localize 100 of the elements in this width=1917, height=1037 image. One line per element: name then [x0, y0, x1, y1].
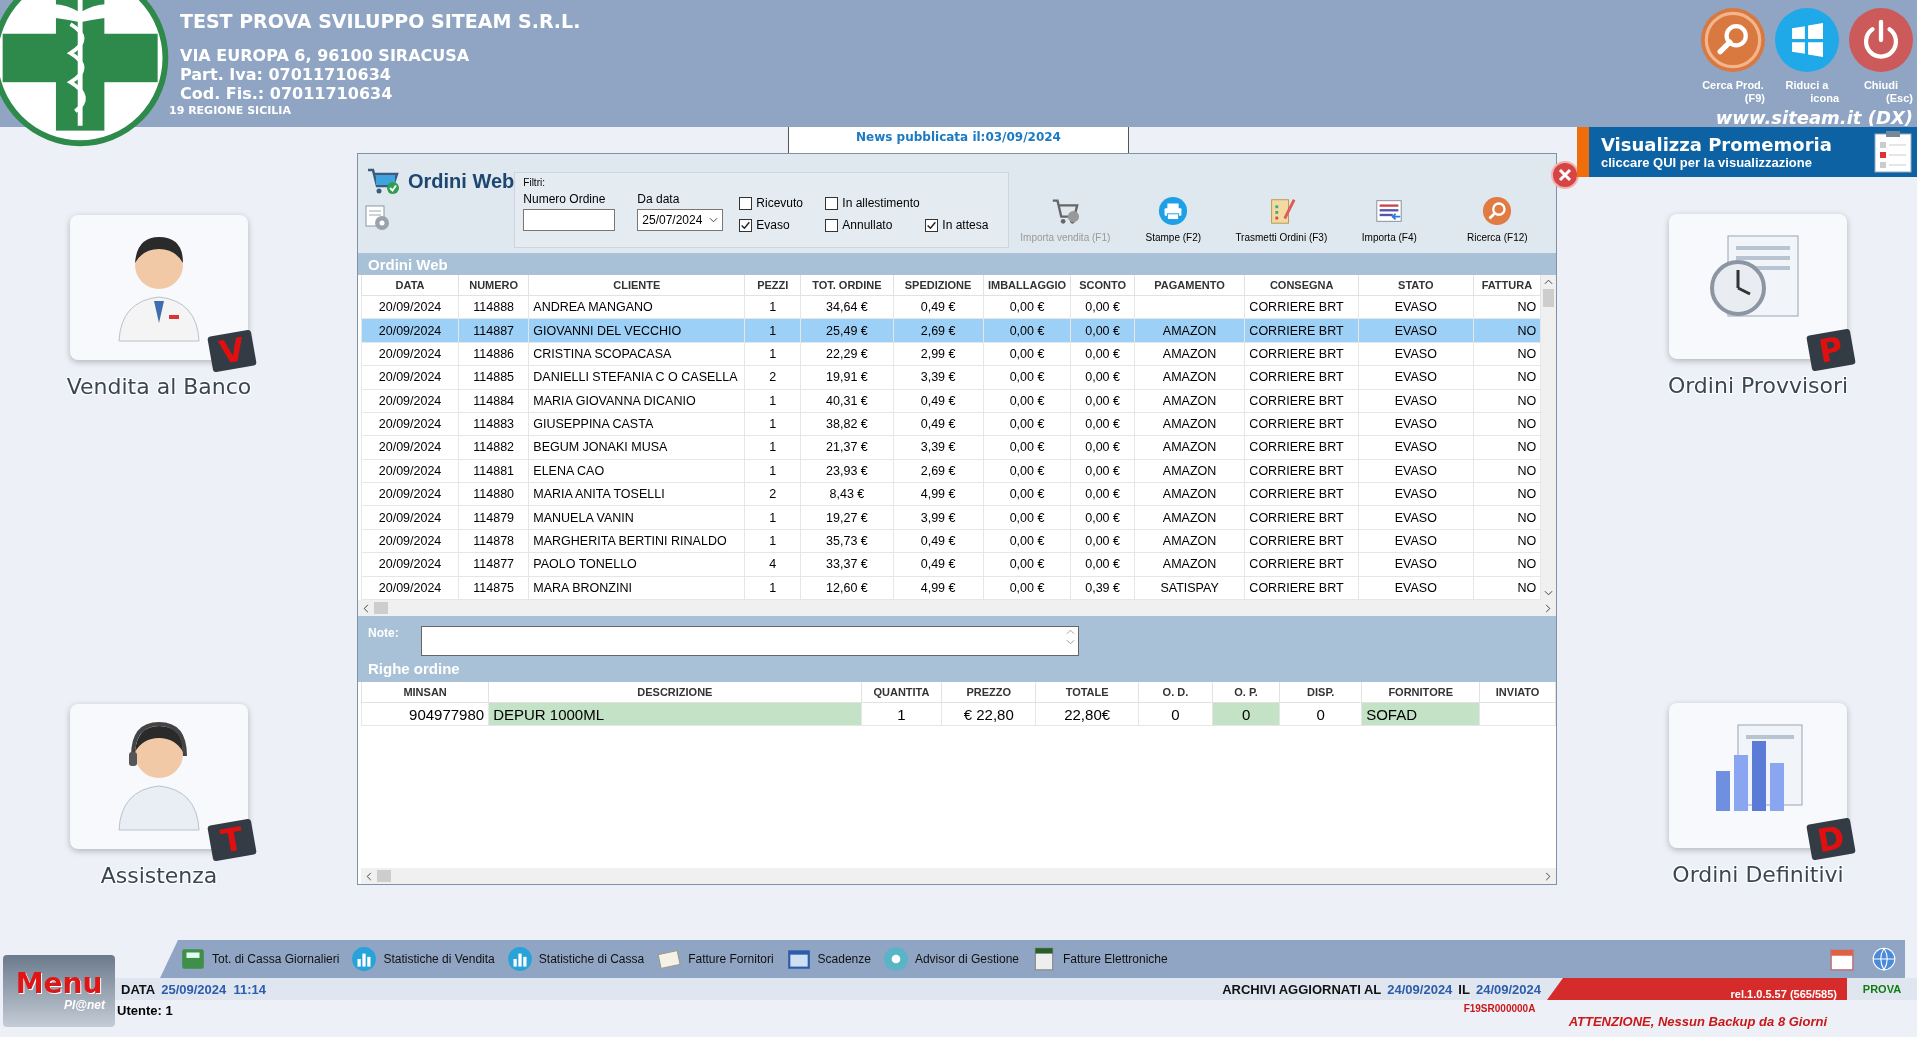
column-header[interactable]: INVIATO — [1479, 682, 1556, 703]
table-cell: NO — [1473, 342, 1541, 366]
order-row[interactable]: 20/09/2024 114884 MARIA GIOVANNA DICANIO 1 40,31 € 0,49 € 0,00 € 0,00 € AMAZON CORRIERE BRT EVASO NO — [361, 389, 1541, 413]
order-row[interactable]: 20/09/2024 114882 BEGUM JONAKI MUSA 1 21,37 € 3,39 € 0,00 € 0,00 € AMAZON CORRIERE BRT EVASO NO — [361, 435, 1541, 460]
scroll-left-icon[interactable] — [366, 871, 372, 881]
bar-chart-icon — [506, 946, 533, 972]
table-cell: EVASO — [1358, 459, 1474, 483]
import-tool-button[interactable]: Importa (F4) — [1335, 196, 1444, 243]
column-header[interactable]: SCONTO — [1070, 275, 1135, 296]
order-row[interactable]: 20/09/2024 114886 CRISTINA SCOPACASA 1 22,29 € 2,99 € 0,00 € 0,00 € AMAZON CORRIERE BRT EVASO NO — [361, 342, 1541, 366]
horizontal-scrollbar[interactable] — [361, 868, 1556, 884]
scroll-right-icon[interactable] — [1545, 871, 1551, 881]
toolbar-button[interactable]: Fatture Elettroniche — [1031, 946, 1168, 972]
table-cell: 0,00 € — [1070, 342, 1135, 366]
scroll-right-icon[interactable] — [1545, 603, 1551, 613]
filter-checkbox[interactable]: In attesa — [925, 214, 1006, 236]
toolbar-button[interactable]: Tot. di Cassa Giornalieri — [180, 946, 340, 972]
table-cell: 1 — [744, 459, 801, 483]
table-cell: 4,99 € — [893, 576, 984, 600]
table-cell: 20/09/2024 — [361, 342, 459, 366]
column-header[interactable]: DISP. — [1279, 682, 1362, 703]
column-header[interactable]: STATO — [1358, 275, 1474, 296]
scroll-left-icon[interactable] — [363, 603, 369, 613]
order-row[interactable]: 20/09/2024 114880 MARIA ANITA TOSELLI 2 8,43 € 4,99 € 0,00 € 0,00 € AMAZON CORRIERE BRT EVASO NO — [361, 482, 1541, 506]
settings-icon[interactable] — [364, 204, 392, 232]
vat-number: Part. Iva: 07011710634 — [180, 65, 392, 84]
order-row[interactable]: 20/09/2024 114878 MARGHERITA BERTINI RINALDO 1 35,73 € 0,49 € 0,00 € 0,00 € AMAZON CORRIERE BRT EVASO NO — [361, 529, 1541, 553]
print-tool-button[interactable]: Stampe (F2) — [1119, 196, 1228, 243]
column-header[interactable]: CLIENTE — [528, 275, 745, 296]
user-label: Utente: 1 — [116, 1003, 173, 1020]
toolbar-button[interactable]: Statistiche di Cassa — [506, 946, 645, 972]
column-header[interactable]: CONSEGNA — [1244, 275, 1359, 296]
tile-label: Assistenza — [100, 863, 218, 888]
column-header[interactable]: TOT. ORDINE — [800, 275, 893, 296]
reminder-banner[interactable]: Visualizza Promemoria cliccare QUI per la visualizzazione — [1577, 127, 1917, 177]
scroll-up-icon[interactable] — [1544, 279, 1554, 285]
order-row[interactable]: 20/09/2024 114883 GIUSEPPINA CASTA 1 38,82 € 0,49 € 0,00 € 0,00 € AMAZON CORRIERE BRT EVASO NO — [361, 412, 1541, 436]
filter-checkbox[interactable]: Annullato — [825, 214, 926, 236]
filter-checkbox[interactable]: In allestimento — [825, 192, 926, 214]
order-row[interactable]: 20/09/2024 114888 ANDREA MANGANO 1 34,64 € 0,49 € 0,00 € 0,00 € CORRIERE BRT EVASO NO — [361, 295, 1541, 319]
table-cell: 20/09/2024 — [361, 318, 459, 343]
order-row[interactable]: 20/09/2024 114885 DANIELLI STEFANIA C O CASELLA 2 19,91 € 3,39 € 0,00 € 0,00 € AMAZON CORRIERE BRT EVASO NO — [361, 365, 1541, 389]
table-cell: NO — [1473, 459, 1541, 483]
table-cell: 0 — [1138, 702, 1213, 726]
column-header[interactable]: PAGAMENTO — [1134, 275, 1245, 296]
column-header[interactable]: IMBALLAGGIO — [983, 275, 1071, 296]
column-header[interactable]: DATA — [361, 275, 459, 296]
toolbar-button[interactable]: Scadenze — [785, 946, 871, 972]
table-cell: 0,00 € — [1070, 295, 1135, 319]
globe-icon[interactable] — [1871, 946, 1897, 972]
table-cell: CORRIERE BRT — [1244, 318, 1359, 343]
order-row[interactable]: 20/09/2024 114881 ELENA CAO 1 23,93 € 2,69 € 0,00 € 0,00 € AMAZON CORRIERE BRT EVASO NO — [361, 459, 1541, 483]
order-number-field[interactable] — [523, 209, 616, 231]
table-cell: 2,69 € — [893, 459, 984, 483]
toolbar-button[interactable]: Advisor di Gestione — [882, 946, 1019, 972]
column-header[interactable]: DESCRIZIONE — [488, 682, 862, 703]
table-cell: 35,73 € — [800, 529, 893, 553]
column-header[interactable]: O. P. — [1212, 682, 1280, 703]
scroll-thumb[interactable] — [1543, 289, 1555, 307]
filter-checkbox[interactable]: Evaso — [739, 214, 826, 236]
scroll-down-icon[interactable] — [1544, 590, 1554, 596]
column-header[interactable]: QUANTITA — [861, 682, 942, 703]
column-header[interactable]: O. D. — [1138, 682, 1213, 703]
table-cell: 114883 — [458, 412, 529, 436]
table-cell: DEPUR 1000ML — [488, 702, 862, 726]
toolbar-button[interactable]: Statistiche di Vendita — [351, 946, 495, 972]
search-tool-button[interactable]: Ricerca (F12) — [1443, 196, 1552, 243]
table-cell: 0,00 € — [983, 552, 1071, 576]
vertical-scrollbar[interactable] — [1541, 275, 1556, 600]
table-cell: 38,82 € — [800, 412, 893, 436]
table-cell: CORRIERE BRT — [1244, 459, 1359, 483]
column-header[interactable]: MINSAN — [361, 682, 489, 703]
section-title: Righe ordine — [368, 660, 461, 677]
column-header[interactable]: FATTURA — [1473, 275, 1541, 296]
table-cell: 1 — [744, 295, 801, 319]
order-row[interactable]: 20/09/2024 114875 MARA BRONZINI 1 12,60 € 4,99 € 0,00 € 0,39 € SATISPAY CORRIERE BRT EVASO NO — [361, 576, 1541, 600]
table-cell: 20/09/2024 — [361, 412, 459, 436]
order-row[interactable]: 20/09/2024 114887 GIOVANNI DEL VECCHIO 1 25,49 € 2,69 € 0,00 € 0,00 € AMAZON CORRIERE BRT EVASO NO — [361, 318, 1541, 343]
order-row[interactable]: 20/09/2024 114877 PAOLO TONELLO 4 33,37 € 0,49 € 0,00 € 0,00 € AMAZON CORRIERE BRT EVASO NO — [361, 552, 1541, 576]
table-cell: EVASO — [1358, 435, 1474, 460]
table-cell: 1 — [744, 389, 801, 413]
order-row[interactable]: 20/09/2024 114879 MANUELA VANIN 1 19,27 € 3,99 € 0,00 € 0,00 € AMAZON CORRIERE BRT EVASO NO — [361, 505, 1541, 530]
scroll-thumb[interactable] — [377, 870, 391, 882]
column-header[interactable]: PEZZI — [744, 275, 801, 296]
close-icon[interactable] — [1551, 161, 1580, 189]
column-header[interactable]: SPEDIZIONE — [893, 275, 984, 296]
column-header[interactable]: NUMERO — [458, 275, 529, 296]
table-cell: 0,00 € — [1070, 505, 1135, 530]
tile-label: Vendita al Banco — [66, 374, 252, 399]
toolbar-button[interactable]: Fatture Fornitori — [656, 946, 774, 972]
date-picker[interactable]: 25/07/2024 — [637, 209, 724, 231]
column-header[interactable]: FORNITORE — [1361, 682, 1480, 703]
filter-checkbox[interactable]: Ricevuto — [739, 192, 826, 214]
scroll-thumb[interactable] — [374, 602, 388, 614]
table-cell: ANDREA MANGANO — [528, 295, 745, 319]
clipboard-tool-button[interactable]: Trasmetti Ordini (F3) — [1227, 196, 1336, 243]
horizontal-scrollbar[interactable] — [358, 600, 1556, 616]
table-cell: DANIELLI STEFANIA C O CASELLA — [528, 365, 745, 389]
column-header[interactable]: TOTALE — [1035, 682, 1139, 703]
column-header[interactable]: PREZZO — [941, 682, 1036, 703]
